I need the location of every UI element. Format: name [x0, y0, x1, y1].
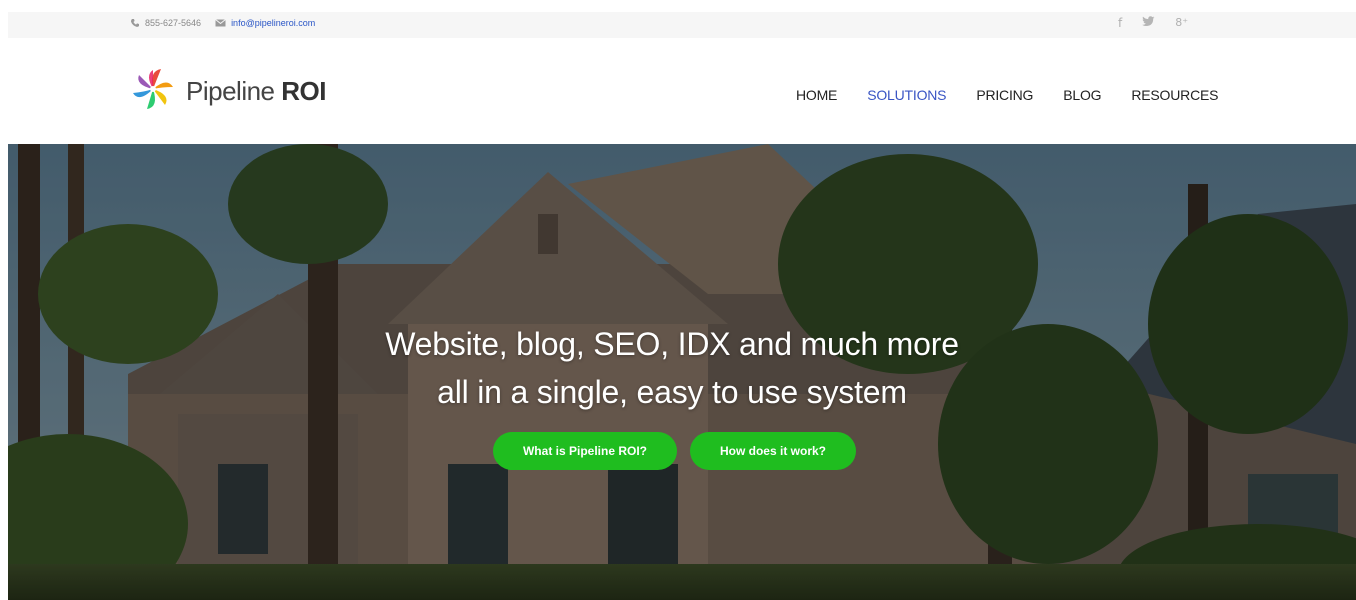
nav-solutions[interactable]: SOLUTIONS [867, 87, 946, 103]
facebook-icon[interactable]: f [1118, 16, 1122, 30]
hero-headline-line2: all in a single, easy to use system [437, 374, 907, 410]
site-header: Pipeline ROI HOME SOLUTIONS PRICING BLOG… [0, 38, 1356, 144]
phone-icon [130, 18, 140, 28]
email-link[interactable]: info@pipelineroi.com [231, 18, 315, 28]
how-does-it-work-button[interactable]: How does it work? [690, 432, 856, 470]
phone-number[interactable]: 855-627-5646 [145, 18, 201, 28]
nav-pricing[interactable]: PRICING [976, 87, 1033, 103]
hero-headline-line1: Website, blog, SEO, IDX and much more [385, 326, 959, 362]
what-is-pipeline-roi-button[interactable]: What is Pipeline ROI? [493, 432, 677, 470]
brand-logo[interactable]: Pipeline ROI [130, 66, 326, 117]
envelope-icon [215, 19, 226, 27]
pinwheel-logo-icon [130, 66, 176, 117]
main-navigation: HOME SOLUTIONS PRICING BLOG RESOURCES [796, 87, 1248, 103]
logo-wordmark: Pipeline ROI [186, 76, 326, 107]
nav-home[interactable]: HOME [796, 87, 837, 103]
logo-text-light: Pipeline [186, 76, 275, 106]
nav-resources[interactable]: RESOURCES [1131, 87, 1218, 103]
nav-blog[interactable]: BLOG [1063, 87, 1101, 103]
hero-headline: Website, blog, SEO, IDX and much more al… [8, 320, 1336, 416]
social-links: f 8⁺ [1118, 16, 1188, 30]
top-contact-bar: 855-627-5646 info@pipelineroi.com f 8⁺ [8, 12, 1356, 39]
hero-banner: Website, blog, SEO, IDX and much more al… [8, 144, 1356, 600]
hero-buttons: What is Pipeline ROI? How does it work? [493, 432, 856, 470]
twitter-icon[interactable] [1142, 16, 1155, 30]
google-plus-icon[interactable]: 8⁺ [1175, 16, 1188, 30]
logo-text-bold: ROI [281, 76, 326, 106]
contact-info: 855-627-5646 info@pipelineroi.com [130, 18, 315, 28]
